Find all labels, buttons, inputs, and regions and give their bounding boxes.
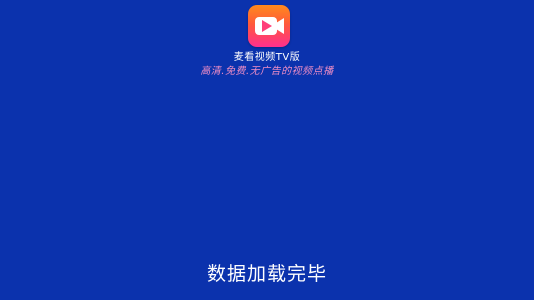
app-tagline: 高清.免费.无广告的视频点播 bbox=[200, 66, 334, 77]
splash-screen: 麦看视频TV版 高清.免费.无广告的视频点播 数据加载完毕 bbox=[0, 0, 534, 300]
video-camera-logo-icon bbox=[248, 5, 290, 47]
app-title: 麦看视频TV版 bbox=[233, 52, 301, 63]
loading-status-text: 数据加载完毕 bbox=[206, 263, 327, 285]
